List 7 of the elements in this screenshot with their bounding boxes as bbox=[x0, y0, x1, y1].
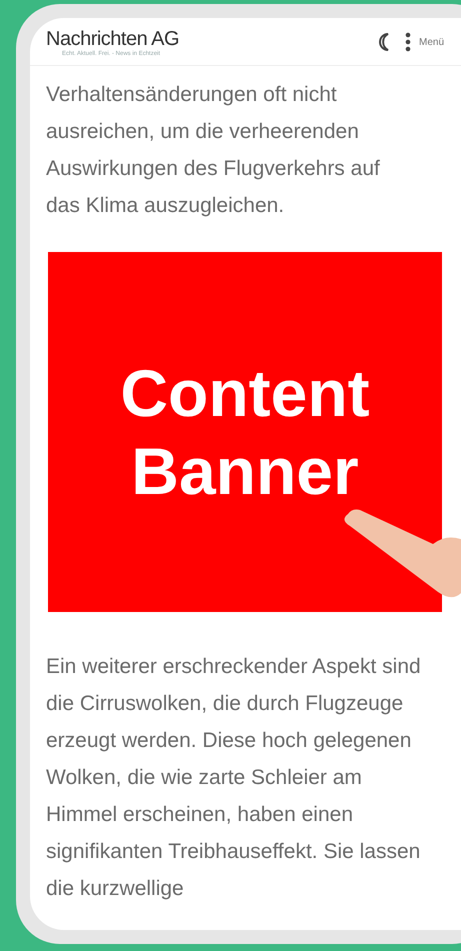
article-paragraph: Ein weiterer erschreckender Aspekt sind die Cirruswolken, die durch Flugzeuge erzeugt werden. Diese hoch gelegenen Wolken, die wie zarte Schleier am Himmel erscheinen, haben einen signifikanten Treibhauseffekt. Sie lassen die kurzwellige bbox=[45, 654, 422, 902]
more-icon bbox=[404, 32, 411, 52]
menu-button[interactable]: Menü bbox=[404, 32, 444, 52]
site-title[interactable]: Nachrichten AG bbox=[46, 28, 180, 50]
banner-title: Content bbox=[120, 355, 370, 432]
article-paragraph: Verhaltensänderungen oft nicht ausreichen, um die verheerenden Auswirkungen des Flugverkehrs auf das Klima auszugleichen. bbox=[45, 82, 381, 219]
banner-title: Banner bbox=[131, 433, 359, 510]
